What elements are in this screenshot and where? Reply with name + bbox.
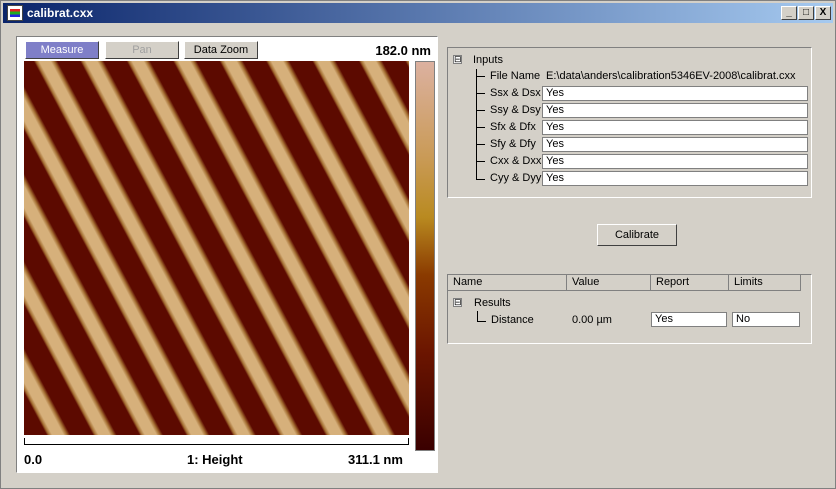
window-title: calibrat.cxx xyxy=(27,6,94,20)
maximize-button[interactable]: □ xyxy=(798,6,814,20)
close-button[interactable]: X xyxy=(815,6,831,20)
inputs-panel: ⊟ Inputs File Name E:\data\anders\calibr… xyxy=(447,47,812,198)
distance-report-field[interactable]: Yes xyxy=(651,312,727,327)
cxx-dxx-label: Cxx & Dxx xyxy=(490,155,542,167)
x-axis xyxy=(24,444,409,445)
column-header-name[interactable]: Name xyxy=(448,275,567,291)
x-axis-max-label: 311.1 nm xyxy=(348,452,403,467)
x-axis-tick-left xyxy=(24,438,25,444)
cyy-dyy-field[interactable]: Yes xyxy=(542,171,808,186)
column-header-value[interactable]: Value xyxy=(567,275,651,291)
sfx-dfx-field[interactable]: Yes xyxy=(542,120,808,135)
ssx-dsx-field[interactable]: Yes xyxy=(542,86,808,101)
cyy-dyy-label: Cyy & Dyy xyxy=(490,172,542,184)
minimize-button[interactable]: _ xyxy=(781,6,797,20)
results-panel: Name Value Report Limits ⊟ Results Dista… xyxy=(447,274,812,344)
image-viewer: Measure Pan Data Zoom 182.0 nm 0.0 1: He… xyxy=(16,36,438,473)
ssy-dsy-label: Ssy & Dsy xyxy=(490,104,541,116)
x-axis-min-label: 0.0 xyxy=(24,452,43,467)
file-name-label: File Name xyxy=(490,70,541,82)
tree-line xyxy=(476,69,477,180)
app-icon xyxy=(7,5,23,21)
column-header-report[interactable]: Report xyxy=(651,275,729,291)
ssy-dsy-field[interactable]: Yes xyxy=(542,103,808,118)
measure-button[interactable]: Measure xyxy=(25,41,99,59)
z-scale-label: 182.0 nm xyxy=(375,43,431,58)
channel-label: 1: Height xyxy=(187,452,243,467)
calibrate-button[interactable]: Calibrate xyxy=(597,224,677,246)
sfx-dfx-label: Sfx & Dfx xyxy=(490,121,536,133)
distance-limits-field[interactable]: No xyxy=(732,312,800,327)
color-scale-bar xyxy=(415,61,435,451)
inputs-header: Inputs xyxy=(473,54,503,66)
ssx-dsx-label: Ssx & Dsx xyxy=(490,87,541,99)
tree-line xyxy=(477,311,478,321)
x-axis-tick-right xyxy=(408,438,409,444)
pan-button[interactable]: Pan xyxy=(105,41,179,59)
results-collapse-icon[interactable]: ⊟ xyxy=(453,298,462,307)
column-header-limits[interactable]: Limits xyxy=(729,275,801,291)
distance-value: 0.00 µm xyxy=(572,314,612,326)
calibration-window: calibrat.cxx _ □ X Measure Pan Data Zoom… xyxy=(0,0,836,489)
cxx-dxx-field[interactable]: Yes xyxy=(542,154,808,169)
file-name-value: E:\data\anders\calibration5346EV-2008\ca… xyxy=(546,70,796,82)
height-image[interactable] xyxy=(24,61,409,435)
sfy-dfy-field[interactable]: Yes xyxy=(542,137,808,152)
sfy-dfy-label: Sfy & Dfy xyxy=(490,138,536,150)
data-zoom-button[interactable]: Data Zoom xyxy=(184,41,258,59)
inputs-collapse-icon[interactable]: ⊟ xyxy=(453,55,462,64)
results-header: Results xyxy=(474,297,511,309)
title-bar[interactable]: calibrat.cxx _ □ X xyxy=(3,3,833,23)
distance-label: Distance xyxy=(491,314,534,326)
